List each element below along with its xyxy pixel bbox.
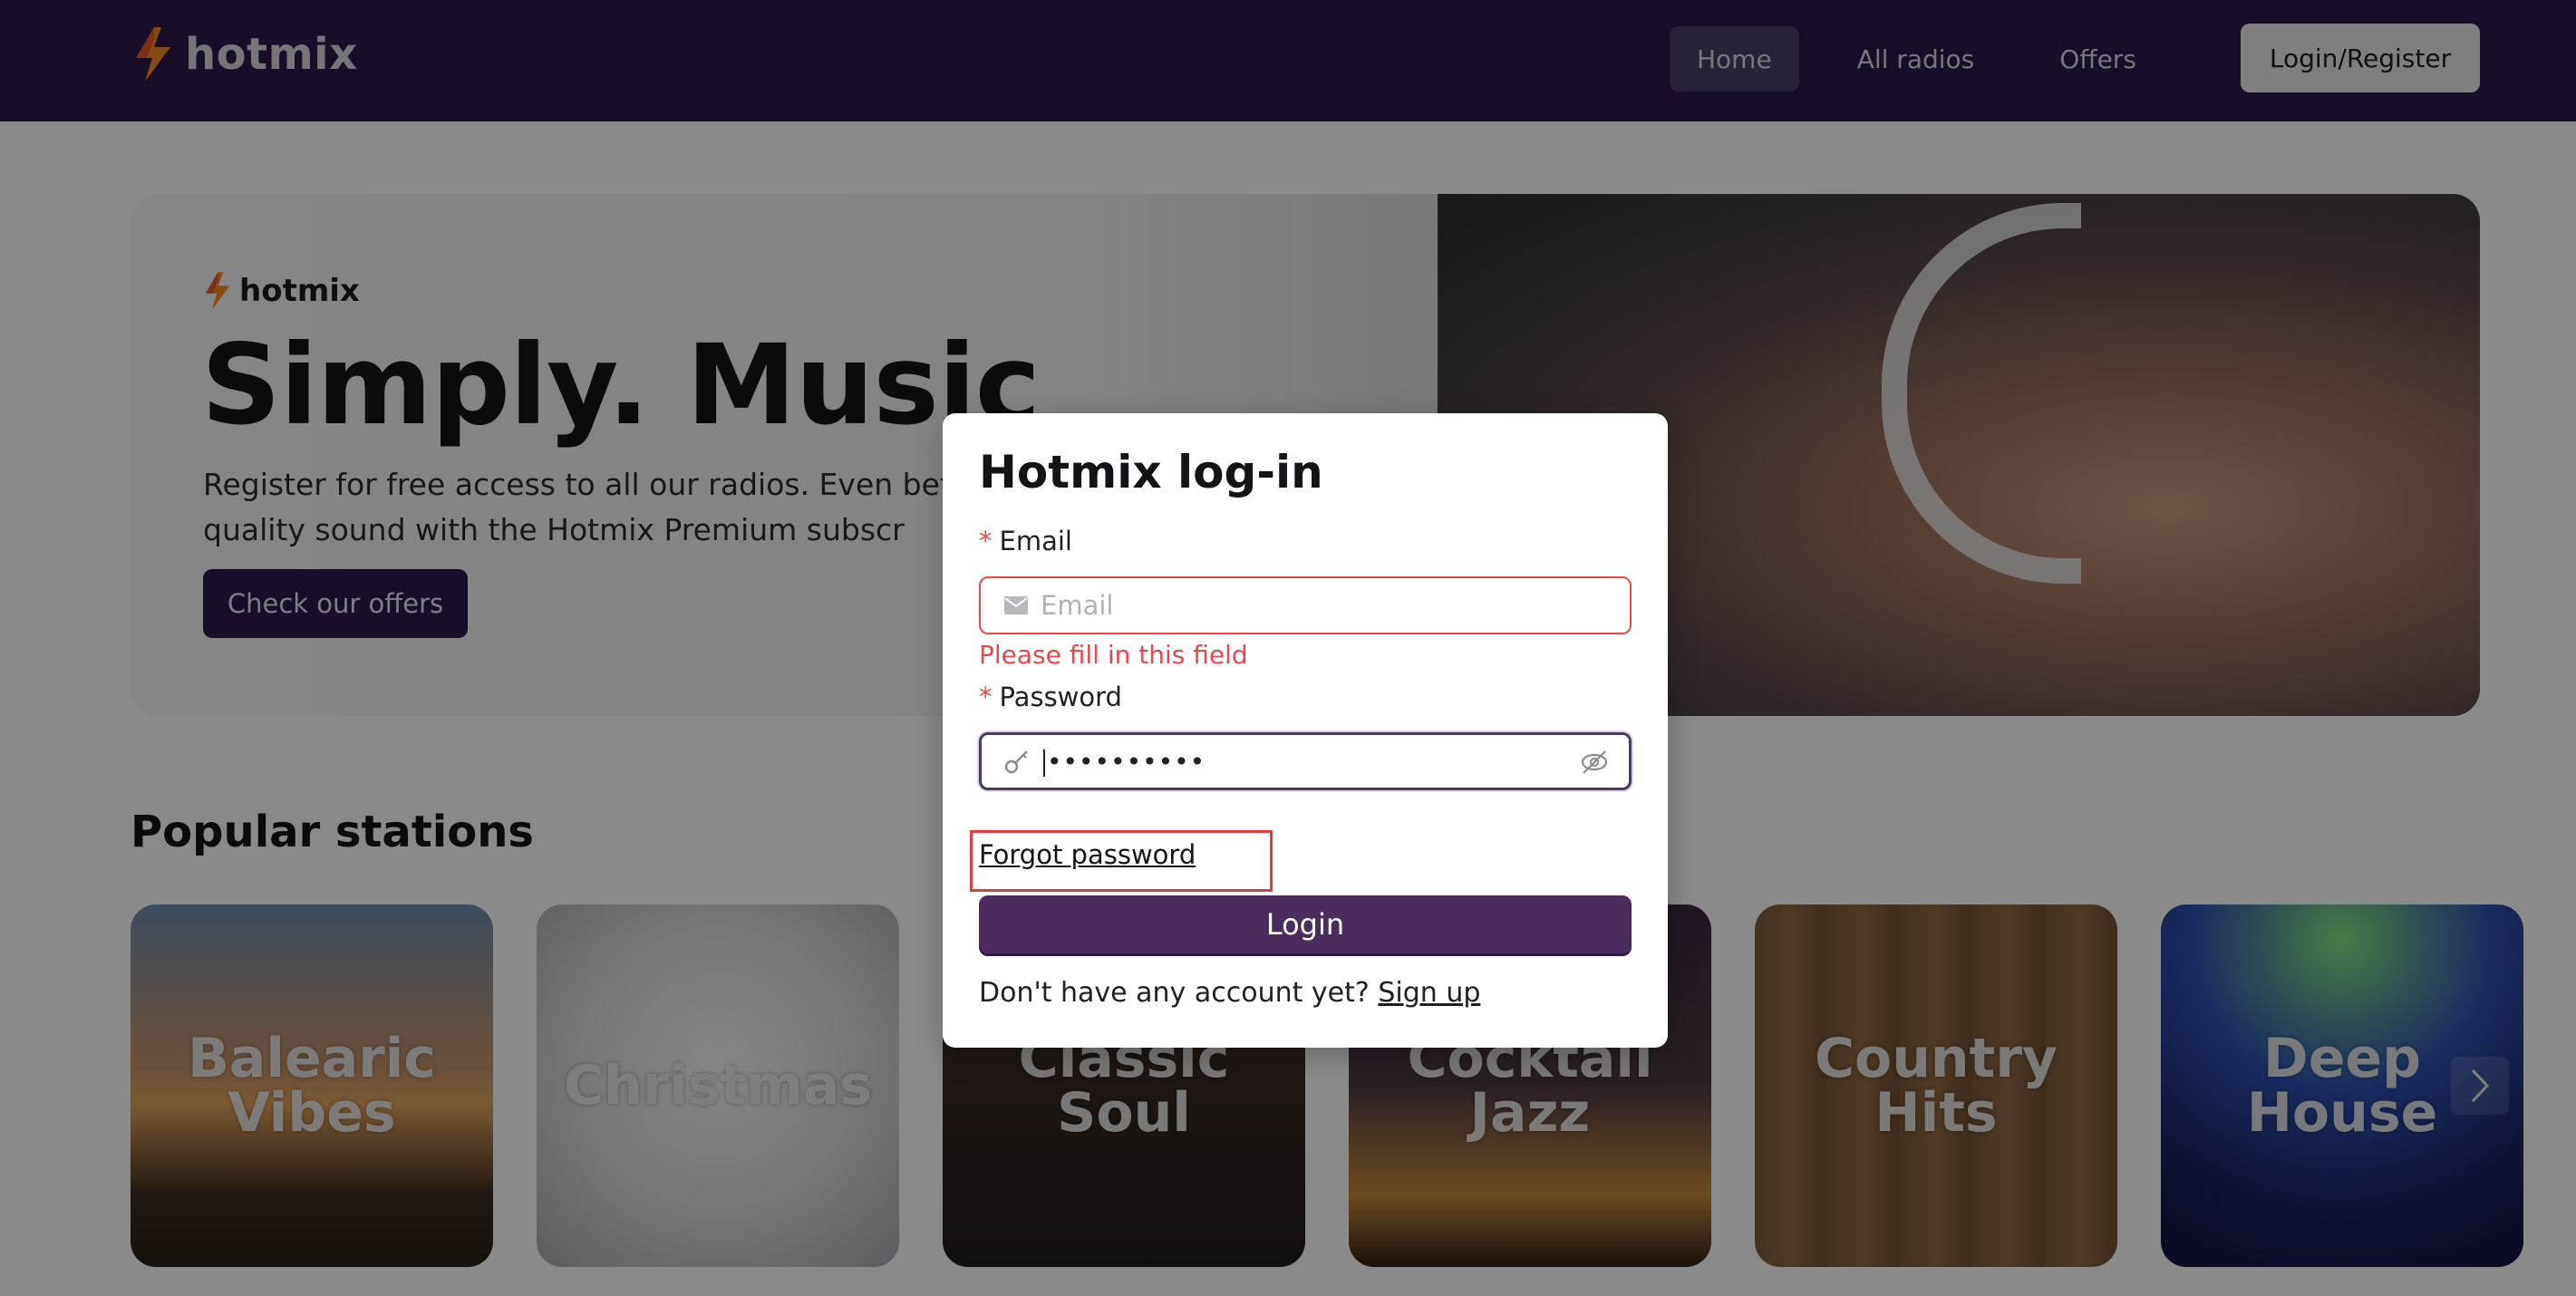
- email-placeholder: Email: [1041, 590, 1114, 621]
- required-mark: *: [979, 526, 993, 556]
- eye-slash-icon[interactable]: [1580, 750, 1609, 775]
- password-field[interactable]: ••••••••••: [979, 732, 1632, 790]
- password-value: ••••••••••: [1041, 747, 1206, 777]
- password-masked: ••••••••••: [1047, 746, 1206, 777]
- signup-prompt-text: Don't have any account yet?: [979, 977, 1379, 1009]
- required-mark: *: [979, 682, 993, 712]
- login-modal: Hotmix log-in * Email Email Please fill i…: [943, 413, 1668, 1048]
- email-field[interactable]: Email: [979, 576, 1632, 634]
- text-caret: [1043, 749, 1045, 777]
- login-button[interactable]: Login: [979, 895, 1632, 953]
- password-label: * Password: [979, 682, 1122, 712]
- email-label: * Email: [979, 526, 1072, 556]
- envelope-icon: [1002, 592, 1030, 619]
- signup-link[interactable]: Sign up: [1378, 977, 1480, 1009]
- forgot-password-link[interactable]: Forgot password: [979, 839, 1196, 870]
- signup-prompt: Don't have any account yet? Sign up: [979, 977, 1480, 1009]
- page: hotmix Home All radios Offers Login/Regi…: [0, 0, 2576, 1296]
- password-label-text: Password: [999, 682, 1122, 712]
- modal-title: Hotmix log-in: [979, 446, 1323, 498]
- email-error-message: Please fill in this field: [979, 640, 1248, 670]
- email-label-text: Email: [999, 526, 1072, 556]
- key-icon: [1003, 748, 1031, 775]
